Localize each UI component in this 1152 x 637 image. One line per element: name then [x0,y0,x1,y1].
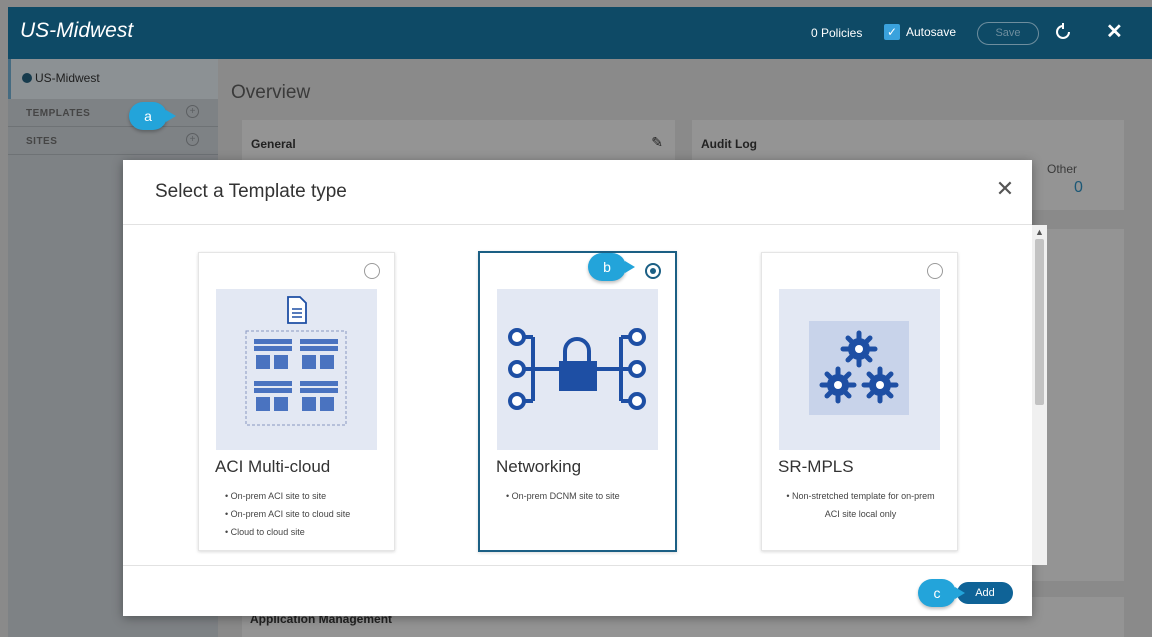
card-networking[interactable]: Networking On-prem DCNM site to site [478,251,677,552]
modal-title: Select a Template type [155,181,347,202]
sr-mpls-illustration-icon [779,289,940,450]
card-title: ACI Multi-cloud [215,457,331,476]
radio-sr-mpls[interactable] [927,263,943,279]
scrollbar-thumb[interactable] [1035,239,1044,405]
other-value: 0 [1074,179,1083,196]
card-bullets: Non-stretched template for on-prem ACI s… [762,487,959,523]
schema-icon [22,73,32,83]
card-aci-multi-cloud[interactable]: ACI Multi-cloud On-prem ACI site to site… [198,252,395,551]
callout-c: c [918,579,965,607]
general-title: General [251,137,296,151]
close-icon[interactable]: ✕ [994,178,1016,200]
modal-footer: Add [123,565,1032,616]
sidebar-section-sites: SITES + [8,127,218,155]
radio-networking[interactable] [645,263,661,279]
list-item: Cloud to cloud site [225,523,350,541]
aci-multi-cloud-illustration-icon [216,289,377,450]
modal-scrollbar[interactable]: ▲ [1032,225,1047,565]
card-sr-mpls[interactable]: SR-MPLS Non-stretched template for on-pr… [761,252,958,551]
add-template-icon[interactable]: + [186,105,199,118]
top-bar: US-Midwest 0 Policies ✓ Autosave Save ✕ [8,7,1152,59]
networking-illustration-icon [497,289,658,450]
callout-b: b [588,253,635,281]
schema-title: US-Midwest [20,19,134,42]
template-type-modal: Select a Template type ✕ ACI Multi-cloud… [123,160,1047,616]
policies-count: 0 Policies [811,26,863,40]
list-item: On-prem DCNM site to site [506,487,620,505]
callout-a: a [129,102,176,130]
sidebar-section-templates: TEMPLATES + [8,99,218,127]
card-title: Networking [496,457,582,476]
modal-header: Select a Template type ✕ [123,160,1032,225]
card-bullets: On-prem ACI site to site On-prem ACI sit… [225,487,351,541]
list-item: Non-stretched template for on-prem ACI s… [784,487,937,523]
save-button[interactable]: Save [977,22,1039,45]
autosave-label: Autosave [906,25,957,39]
autosave-checkbox[interactable]: ✓ [884,24,900,40]
close-icon[interactable]: ✕ [1106,22,1126,42]
edit-icon[interactable]: ✎ [651,134,663,151]
card-title: SR-MPLS [778,457,854,476]
refresh-icon[interactable] [1054,23,1074,43]
scroll-up-icon[interactable]: ▲ [1035,227,1044,237]
modal-body: ACI Multi-cloud On-prem ACI site to site… [123,225,1032,565]
radio-aci-multi-cloud[interactable] [364,263,380,279]
templates-label: TEMPLATES [26,108,91,119]
add-button[interactable]: Add [957,582,1013,604]
sidebar-item-label: US-Midwest [35,71,100,85]
list-item: On-prem ACI site to site [225,487,350,505]
page-title: Overview [231,82,311,103]
add-site-icon[interactable]: + [186,133,199,146]
audit-log-title: Audit Log [701,137,757,151]
sidebar-item-schema[interactable]: US-Midwest [8,59,218,99]
other-label: Other [1047,162,1078,176]
card-bullets: On-prem DCNM site to site [506,487,620,505]
list-item: On-prem ACI site to cloud site [225,505,351,523]
sites-label: SITES [26,136,58,147]
